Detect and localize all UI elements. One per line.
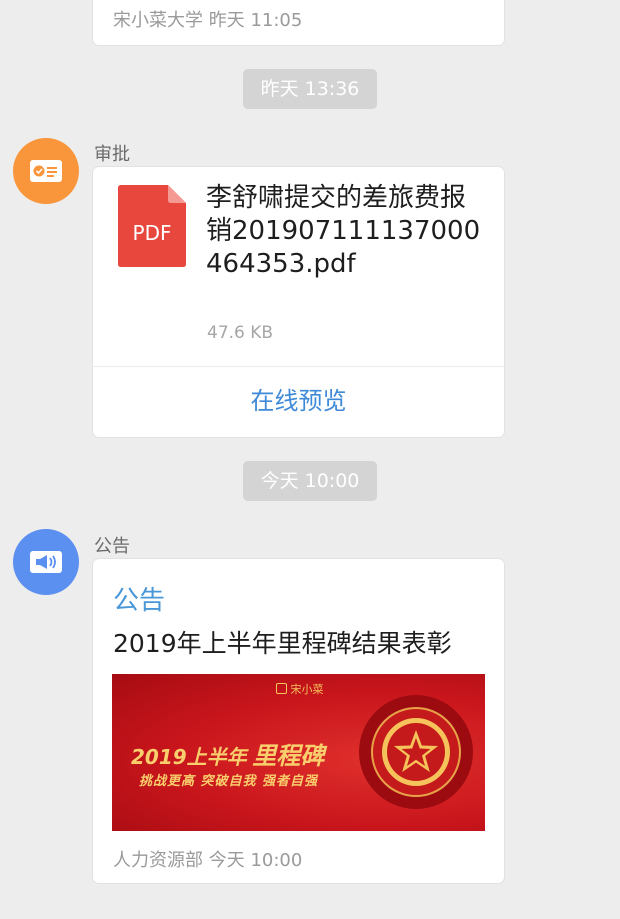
approval-id-card-icon [30,160,62,182]
notice-meta: 人力资源部 今天 10:00 [113,850,303,871]
banner-logo: 宋小菜 [276,681,324,697]
previous-message-card[interactable]: 宋小菜大学 昨天 11:05 [93,0,504,45]
banner-logo-text: 宋小菜 [290,683,324,696]
pdf-type-label: PDF [132,221,172,245]
notice-avatar[interactable] [13,529,79,595]
file-name: 李舒啸提交的差旅费报销201907111137000464353.pdf [206,183,481,279]
banner-logo-icon [276,683,287,694]
notice-banner-image[interactable]: 宋小菜 2019上半年 里程碑 挑战更高 突破自我 强者自强 [112,674,485,831]
file-message-card[interactable]: PDF 李舒啸提交的差旅费报销201907111137000464353.pdf… [93,167,504,437]
online-preview-button[interactable]: 在线预览 [93,367,504,437]
approval-sender-name: 审批 [94,144,130,165]
previous-message-meta: 宋小菜大学 昨天 11:05 [113,10,303,31]
timestamp-divider: 今天 10:00 [243,461,377,501]
banner-heading: 2019上半年 里程碑 [131,736,324,771]
star-medal-icon [359,695,473,809]
timestamp-divider: 昨天 13:36 [243,69,377,109]
notice-title: 2019年上半年里程碑结果表彰 [113,629,452,658]
banner-milestone-text: 里程碑 [252,742,325,770]
notice-tag: 公告 [113,586,166,616]
file-size: 47.6 KB [207,323,274,343]
approval-avatar[interactable] [13,138,79,204]
banner-slogan: 挑战更高 突破自我 强者自强 [139,774,319,789]
megaphone-icon [30,551,62,573]
notice-sender-name: 公告 [94,536,130,557]
banner-year-text: 2019上半年 [131,745,247,769]
notice-message-card[interactable]: 公告 2019年上半年里程碑结果表彰 宋小菜 2019上半年 里程碑 挑战更高 … [93,559,504,883]
